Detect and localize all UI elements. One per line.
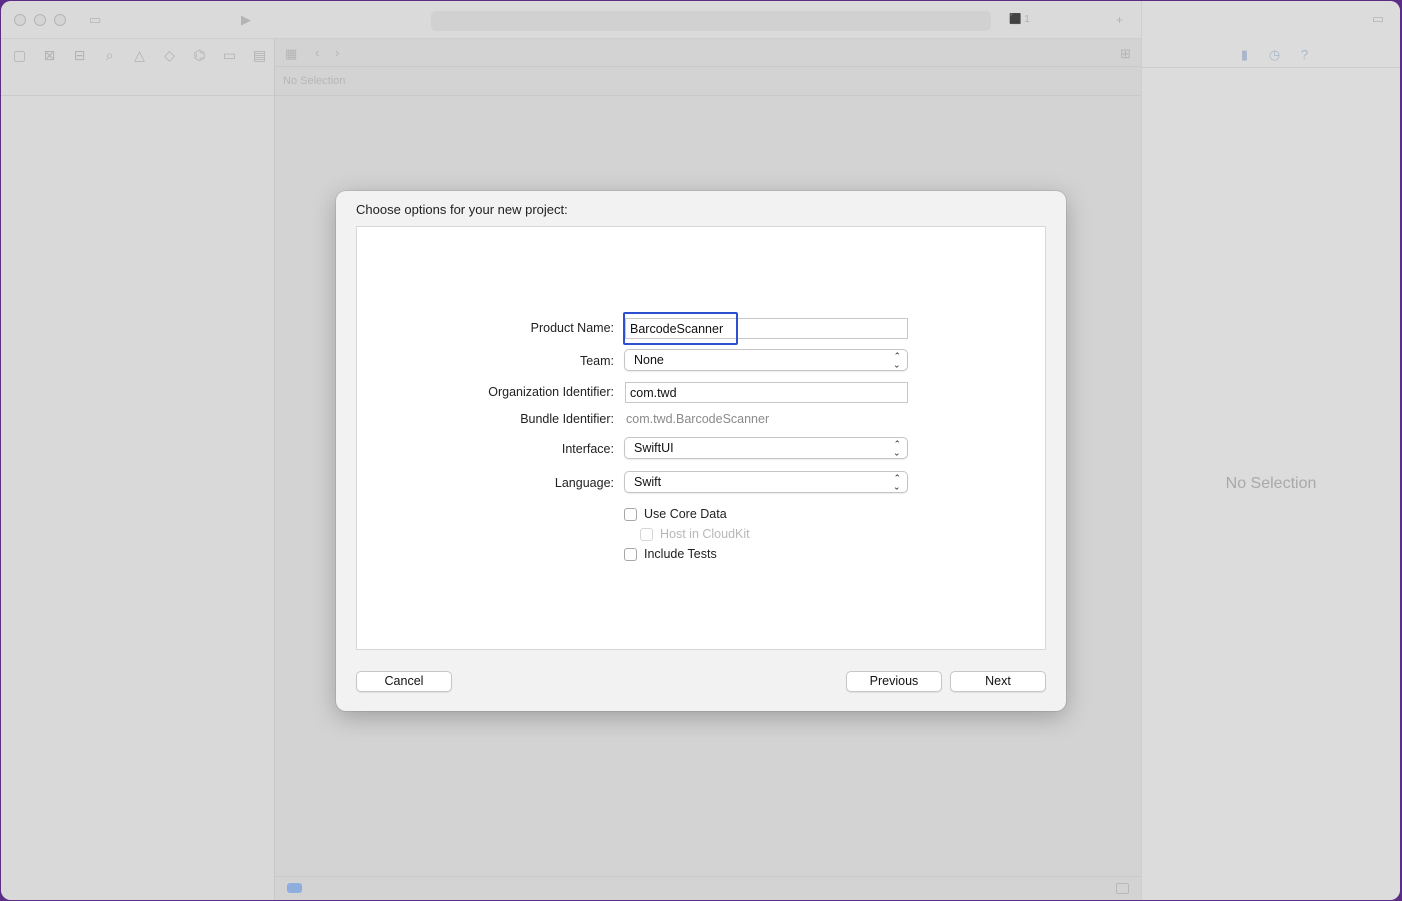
test-icon[interactable]: ◇ — [161, 47, 178, 64]
editor-tab-bar: ▦ ‹ › ⊞ — [275, 39, 1141, 67]
org-identifier-field[interactable]: com.twd — [625, 382, 908, 403]
popup-chevron-icon: ⌃ ⌃ — [893, 439, 901, 458]
popup-chevron-icon: ⌃ ⌃ — [893, 351, 901, 370]
use-core-data-checkbox[interactable]: Use Core Data — [624, 507, 727, 521]
forward-icon[interactable]: › — [335, 46, 339, 60]
bundle-identifier-label: Bundle Identifier: — [520, 412, 614, 426]
navigator-bar: ▢ ⊠ ⊟ ⌕ △ ◇ ⌬ ▭ ▤ — [1, 39, 274, 96]
file-inspector-icon[interactable]: ▮ — [1237, 47, 1252, 63]
search-icon[interactable]: ⌕ — [101, 47, 118, 64]
zoom-window-button[interactable] — [54, 14, 66, 26]
back-icon[interactable]: ‹ — [315, 46, 319, 60]
host-in-cloudkit-checkbox: Host in CloudKit — [640, 527, 750, 541]
no-selection-label: No Selection — [1225, 475, 1317, 492]
sheet-title: Choose options for your new project: — [356, 202, 568, 217]
title-bar: ▭ ▶ ⬛ 1 + ▭ — [1, 1, 1400, 39]
use-core-data-label: Use Core Data — [644, 507, 727, 521]
issue-badge[interactable]: ⬛ 1 — [1009, 14, 1030, 25]
org-identifier-label: Organization Identifier: — [488, 385, 614, 399]
language-popup[interactable]: Swift ⌃ ⌃ — [624, 471, 908, 493]
interface-value: SwiftUI — [634, 441, 674, 455]
jump-bar: No Selection — [275, 67, 1141, 96]
folder-icon[interactable]: ▢ — [11, 47, 28, 64]
sidebar-toggle-icon[interactable]: ▭ — [89, 13, 101, 27]
new-project-sheet: Choose options for your new project: Pro… — [336, 191, 1066, 711]
help-icon[interactable]: ? — [1297, 47, 1312, 63]
jump-bar-label: No Selection — [283, 75, 346, 87]
add-editor-icon[interactable]: ⊞ — [1120, 47, 1131, 61]
add-icon[interactable]: + — [1116, 13, 1123, 27]
inspector-divider — [1142, 67, 1400, 68]
symbol-icon[interactable]: ⊟ — [71, 47, 88, 64]
language-label: Language: — [554, 476, 614, 490]
cancel-button[interactable]: Cancel — [356, 671, 452, 692]
bundle-identifier-value: com.twd.BarcodeScanner — [626, 412, 770, 426]
grid-icon[interactable]: ▦ — [285, 47, 297, 61]
language-value: Swift — [634, 475, 662, 489]
team-label: Team: — [579, 354, 614, 368]
navigator-icons: ▢ ⊠ ⊟ ⌕ △ ◇ ⌬ ▭ ▤ — [11, 47, 268, 64]
minimize-window-button[interactable] — [34, 14, 46, 26]
navigator-sidebar — [1, 96, 274, 900]
interface-label: Interface: — [561, 442, 614, 456]
team-value: None — [634, 353, 664, 367]
run-icon[interactable]: ▶ — [241, 13, 251, 27]
source-control-icon[interactable]: ⊠ — [41, 47, 58, 64]
breakpoint-icon[interactable]: ▭ — [221, 47, 238, 64]
checkbox-box[interactable] — [624, 547, 637, 561]
checkbox-box — [640, 527, 653, 541]
debug-icon[interactable]: ⌬ — [191, 47, 208, 64]
checkbox-box[interactable] — [624, 507, 637, 521]
debug-bar — [275, 876, 1141, 900]
inspector-tabs: ▮ ◷ ? — [1237, 47, 1312, 63]
inspector-toggle-icon[interactable]: ▭ — [1372, 12, 1384, 26]
popup-chevron-icon: ⌃ ⌃ — [893, 473, 901, 492]
include-tests-label: Include Tests — [644, 547, 717, 561]
history-icon[interactable]: ◷ — [1267, 47, 1282, 63]
issue-count: 1 — [1024, 14, 1030, 25]
inspector-pane: ▮ ◷ ? No Selection — [1141, 39, 1400, 900]
report-icon[interactable]: ▤ — [251, 47, 268, 64]
previous-button[interactable]: Previous — [846, 671, 942, 692]
include-tests-checkbox[interactable]: Include Tests — [624, 547, 717, 561]
product-name-label: Product Name: — [530, 321, 614, 335]
close-window-button[interactable] — [14, 14, 26, 26]
inspector-title-area: ▭ — [1141, 1, 1400, 39]
debug-area-toggle-icon[interactable] — [1116, 883, 1129, 894]
filter-icon[interactable] — [287, 883, 302, 893]
warning-icon[interactable]: △ — [131, 47, 148, 64]
options-form: Product Name: BarcodeScanner Team: None … — [356, 226, 1046, 650]
team-popup[interactable]: None ⌃ ⌃ — [624, 349, 908, 371]
next-button[interactable]: Next — [950, 671, 1046, 692]
host-in-cloudkit-label: Host in CloudKit — [660, 527, 750, 541]
product-name-field[interactable]: BarcodeScanner — [625, 318, 908, 339]
activity-view — [431, 11, 991, 31]
interface-popup[interactable]: SwiftUI ⌃ ⌃ — [624, 437, 908, 459]
